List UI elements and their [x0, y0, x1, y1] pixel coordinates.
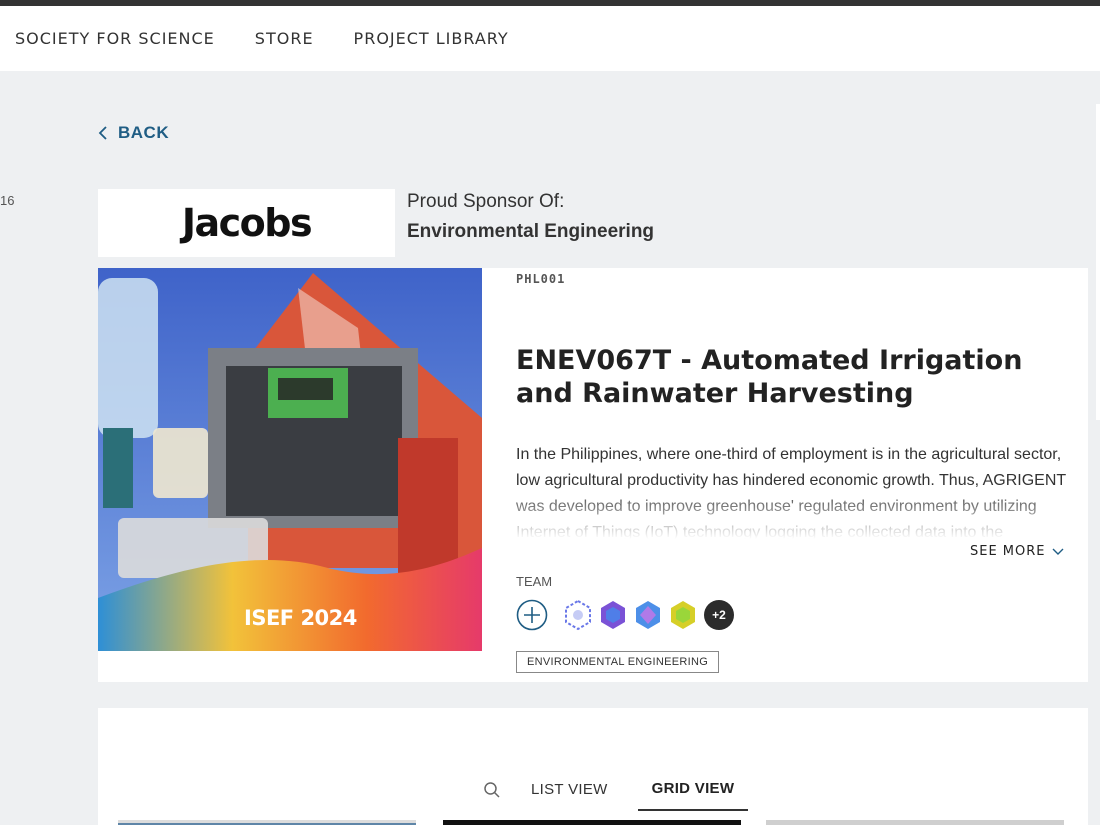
team-avatar-icon[interactable] [667, 599, 699, 631]
see-more-button[interactable]: SEE MORE [970, 544, 1064, 559]
sponsor-logo-text: Jacobs [181, 201, 313, 245]
grid-card-thumbnail[interactable] [766, 820, 1064, 825]
nav-society-for-science[interactable]: SOCIETY FOR SCIENCE [15, 29, 215, 48]
team-avatar-icon[interactable] [562, 599, 594, 631]
right-edge-panel [1096, 104, 1100, 420]
sponsor-label: Proud Sponsor Of: [407, 191, 565, 212]
team-avatar-icon[interactable] [597, 599, 629, 631]
results-panel: LIST VIEW GRID VIEW [98, 708, 1088, 825]
grid-card-thumbnail[interactable] [118, 820, 416, 825]
chevron-down-icon [1052, 548, 1064, 555]
project-code: PHL001 [516, 272, 566, 286]
abstract-fade [516, 488, 1076, 548]
team-label: TEAM [516, 574, 553, 589]
add-member-icon[interactable] [516, 599, 548, 631]
back-label: BACK [118, 123, 170, 142]
sponsor-logo: Jacobs [98, 189, 395, 257]
more-members-badge[interactable]: +2 [704, 600, 734, 630]
list-view-tab[interactable]: LIST VIEW [531, 781, 608, 798]
project-title: ENEV067T - Automated Irrigation and Rain… [516, 345, 1023, 409]
chevron-left-icon [98, 126, 107, 140]
back-link[interactable]: BACK [98, 123, 169, 143]
see-more-label: SEE MORE [970, 544, 1046, 559]
side-page-number: 16 [0, 193, 15, 208]
view-toggle-bar: LIST VIEW GRID VIEW [483, 768, 749, 811]
grid-view-tab[interactable]: GRID VIEW [637, 780, 749, 811]
sponsor-info: Proud Sponsor Of: Environmental Engineer… [407, 191, 654, 243]
image-caption: ISEF 2024 [244, 606, 357, 630]
team-members: +2 [516, 599, 734, 631]
project-details: PHL001 ENEV067T - Automated Irrigation a… [516, 268, 1076, 548]
project-card: ISEF 2024 PHL001 ENEV067T - Automated Ir… [98, 268, 1088, 682]
sponsor-category: Environmental Engineering [407, 221, 655, 242]
search-icon[interactable] [483, 781, 501, 799]
nav-project-library[interactable]: PROJECT LIBRARY [354, 29, 509, 48]
nav-store[interactable]: STORE [255, 29, 314, 48]
top-navigation: SOCIETY FOR SCIENCE STORE PROJECT LIBRAR… [0, 6, 1100, 71]
project-image: ISEF 2024 [98, 268, 482, 651]
grid-card-thumbnail[interactable] [443, 820, 741, 825]
team-avatar-icon[interactable] [632, 599, 664, 631]
category-tag[interactable]: ENVIRONMENTAL ENGINEERING [516, 651, 720, 673]
project-abstract: In the Philippines, where one-third of e… [516, 442, 1076, 548]
